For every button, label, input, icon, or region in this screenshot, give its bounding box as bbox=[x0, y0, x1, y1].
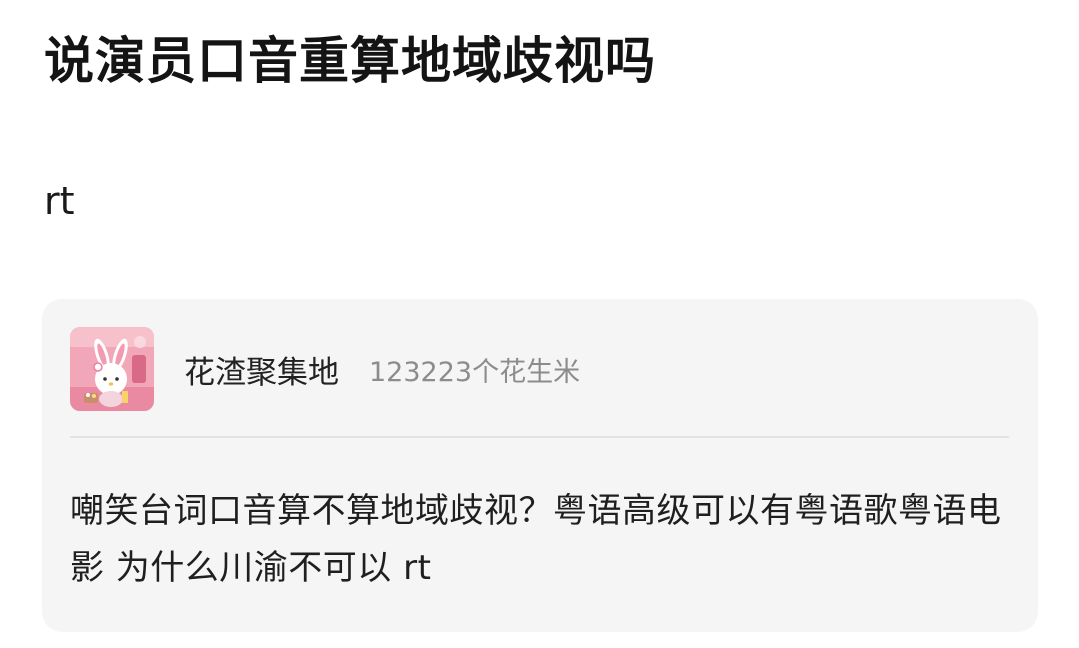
group-name[interactable]: 花渣聚集地 bbox=[184, 347, 339, 392]
post-title: 说演员口音重算地域歧视吗 bbox=[44, 32, 656, 90]
card-header: 花渣聚集地 123223个花生米 bbox=[70, 327, 580, 411]
quoted-post-text: 嘲笑台词口音算不算地域歧视？粤语高级可以有粤语歌粤语电影 为什么川渝不可以 rt bbox=[70, 491, 1002, 588]
quoted-group-card[interactable]: 花渣聚集地 123223个花生米 嘲笑台词口音算不算地域歧视？粤语高级可以有粤语… bbox=[42, 299, 1038, 632]
post-page: 说演员口音重算地域歧视吗 rt 花渣聚集地 123223个花生米 嘲笑台词口音算… bbox=[0, 0, 1079, 648]
melody-bunny-avatar-icon[interactable] bbox=[70, 327, 154, 411]
card-divider bbox=[70, 436, 1009, 438]
member-count: 123223个花生米 bbox=[369, 356, 581, 388]
post-body: rt bbox=[44, 179, 75, 223]
